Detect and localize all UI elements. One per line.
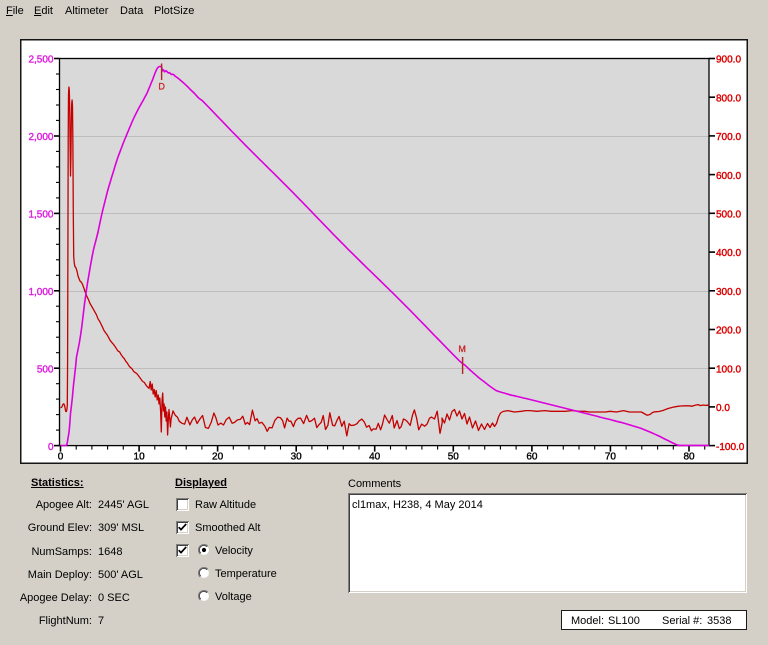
svg-text:20: 20	[212, 452, 224, 463]
svg-text:300.0: 300.0	[716, 287, 741, 298]
svg-text:1,500: 1,500	[28, 210, 53, 221]
svg-text:70: 70	[605, 452, 617, 463]
svg-text:900.0: 900.0	[716, 55, 741, 66]
svg-text:600.0: 600.0	[716, 171, 741, 182]
svg-text:400.0: 400.0	[716, 248, 741, 259]
svg-text:800.0: 800.0	[716, 93, 741, 104]
svg-text:40: 40	[369, 452, 381, 463]
svg-text:M: M	[458, 344, 466, 354]
svg-text:700.0: 700.0	[716, 132, 741, 143]
svg-text:30: 30	[291, 452, 303, 463]
svg-text:2,000: 2,000	[28, 132, 53, 143]
svg-text:200.0: 200.0	[716, 326, 741, 337]
svg-text:500.0: 500.0	[716, 210, 741, 221]
svg-text:50: 50	[448, 452, 460, 463]
svg-text:500: 500	[37, 364, 54, 375]
svg-text:2,500: 2,500	[28, 55, 53, 66]
svg-text:0: 0	[48, 442, 54, 453]
svg-text:80: 80	[683, 452, 695, 463]
svg-text:1,000: 1,000	[28, 287, 53, 298]
svg-text:10: 10	[134, 452, 146, 463]
svg-text:100.0: 100.0	[716, 364, 741, 375]
svg-text:0.0: 0.0	[716, 403, 730, 414]
svg-text:0: 0	[58, 452, 64, 463]
svg-text:60: 60	[526, 452, 538, 463]
svg-text:-100.0: -100.0	[716, 442, 745, 453]
svg-text:D: D	[158, 82, 165, 92]
